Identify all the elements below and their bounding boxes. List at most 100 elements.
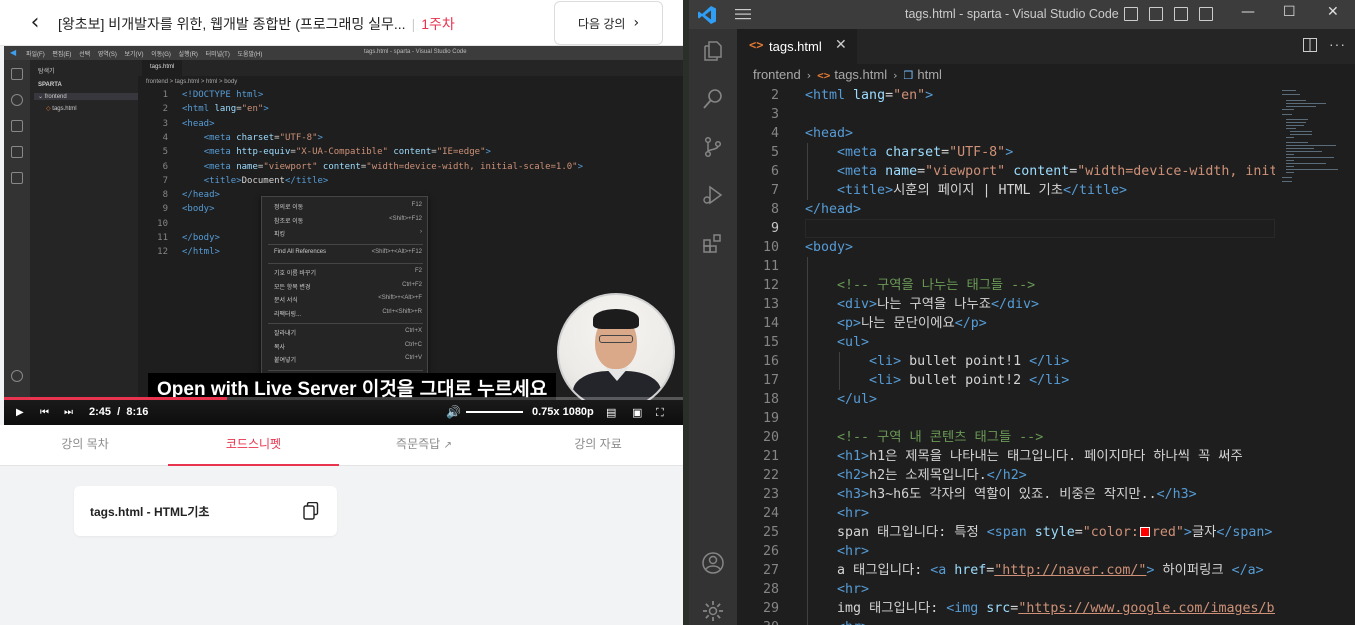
code-line: 17 <li> bullet point!2 </li> (737, 371, 1275, 390)
maximize-icon[interactable]: ☐ (1283, 4, 1296, 20)
line-number: 18 (762, 392, 779, 407)
source-control-icon[interactable] (701, 135, 725, 159)
breadcrumb-file[interactable]: tags.html (834, 67, 887, 82)
previous-icon[interactable]: ⏮ (40, 406, 49, 419)
captions-icon[interactable]: ▤ (606, 406, 616, 419)
next-icon[interactable]: ⏭ (64, 406, 73, 419)
context-menu-shortcut: Ctrl+V (405, 355, 422, 361)
next-lecture-button[interactable]: 다음 강의 › (554, 1, 663, 45)
line-number: 16 (762, 354, 779, 369)
volume-icon[interactable]: 🔊 (446, 406, 461, 419)
context-menu-divider (268, 243, 423, 245)
tab-code-snippet[interactable]: 코드스니펫 (168, 425, 339, 466)
code-line: 8 </head> (737, 200, 1275, 219)
inner-vscode-titlebar: ◀ 파일(F) 편집(E) 선택 영역(S) 보기(V) 이동(G) 실행(R)… (4, 46, 683, 60)
presenter-hair (593, 309, 639, 329)
search-icon[interactable] (701, 87, 725, 111)
tab-close-icon[interactable]: ✕ (835, 37, 847, 53)
context-menu-shortcut: Ctrl+C (404, 341, 422, 348)
code-token: > (317, 132, 323, 143)
video-player[interactable]: ◀ 파일(F) 편집(E) 선택 영역(S) 보기(V) 이동(G) 실행(R)… (4, 46, 683, 425)
context-menu-label: 복사 (274, 344, 286, 351)
back-button[interactable]: ‹ (22, 10, 48, 36)
fullscreen-icon[interactable]: ⛶ (656, 406, 664, 419)
more-actions-icon[interactable]: ··· (1329, 36, 1346, 52)
code-token: </p> (954, 316, 987, 331)
current-time: 2:45 (89, 406, 112, 418)
context-menu-label: Find All References (274, 248, 327, 255)
snippet-card[interactable]: tags.html - HTML기초 (74, 486, 337, 536)
tab-lecture-index[interactable]: 강의 목차 (0, 425, 170, 466)
volume-slider[interactable] (466, 411, 523, 413)
code-token: <meta (203, 161, 237, 172)
code-token: </li> (1029, 354, 1070, 369)
minimap[interactable] (1282, 86, 1340, 625)
code-token: "IE=edge" (436, 147, 486, 158)
file-label: tags.html (52, 106, 77, 112)
breadcrumb-symbol[interactable]: html (917, 67, 942, 82)
toggle-panel-icon[interactable] (1149, 7, 1163, 21)
play-icon[interactable]: ▶ (16, 406, 24, 419)
menu-icon[interactable] (735, 8, 751, 20)
code-content: </ul> (805, 390, 877, 409)
context-menu-item: Find All References <Shift>+<Alt>+F12 (274, 249, 424, 260)
extensions-icon[interactable] (701, 231, 725, 255)
code-token: name (885, 164, 918, 179)
tab-label: 즉문즉답 (396, 437, 441, 451)
settings-gear-icon[interactable] (701, 599, 725, 623)
line-number: 4 (162, 132, 168, 143)
time-display: 2:45 / 8:16 (89, 406, 148, 418)
code-token: <span (986, 525, 1035, 540)
copy-icon[interactable] (303, 502, 319, 520)
editor-scrollbar[interactable] (1341, 86, 1355, 625)
lecture-week: 1주차 (421, 16, 455, 32)
line-number: 7 (770, 183, 779, 198)
line-number: 12 (157, 247, 168, 258)
code-token: </html> (182, 247, 220, 258)
code-content: img 태그입니다: <img src="https://www.google.… (805, 599, 1275, 618)
line-number: 11 (157, 233, 168, 243)
toggle-secondary-sidebar-icon[interactable] (1174, 7, 1188, 21)
tab-tags-html[interactable]: <> tags.html ✕ (737, 29, 857, 64)
run-debug-icon[interactable] (701, 183, 725, 207)
color-swatch-icon[interactable] (1139, 527, 1150, 537)
tab-qna[interactable]: 즉문즉답 ↗ (339, 425, 509, 466)
code-token: img 태그입니다: (805, 601, 947, 616)
inner-code-line: 5 <meta http-equiv="X-UA-Compatible" con… (138, 147, 491, 161)
line-number: 14 (762, 316, 779, 331)
line-number: 10 (762, 240, 779, 255)
pip-icon[interactable]: ▣ (632, 406, 642, 419)
code-token: <div> (837, 297, 878, 312)
breadcrumb-folder[interactable]: frontend (753, 67, 801, 82)
window-title: tags.html - sparta - Visual Studio Code (905, 7, 1119, 21)
tab-materials[interactable]: 강의 자료 (513, 425, 683, 466)
customize-layout-icon[interactable] (1199, 7, 1213, 21)
extensions-icon (11, 172, 23, 184)
toggle-sidebar-icon[interactable] (1124, 7, 1138, 21)
context-menu-shortcut: <Shift>+<Alt>+F12 (371, 248, 422, 255)
code-editor[interactable]: 2 <html lang="en"> 3 4 <head> 5 <meta charset… (737, 86, 1275, 625)
lecture-title: [왕초보] 비개발자를 위한, 웹개발 종합반 (프로그래밍 실무... | 1주차 (58, 14, 455, 34)
activity-bar (689, 29, 737, 625)
project-name: SPARTA (38, 82, 62, 88)
explorer-icon[interactable] (701, 39, 725, 63)
code-line: 5 <meta charset="UTF-8"> (737, 143, 1275, 162)
code-token: <h3> (837, 487, 870, 502)
speed-quality[interactable]: 0.75x 1080p (532, 406, 594, 419)
inner-code-line: 2 <html lang="en"> (138, 104, 269, 118)
context-menu-label: 붙여넣기 (274, 358, 297, 364)
close-icon[interactable]: ✕ (1327, 4, 1339, 20)
code-token: style (1034, 525, 1075, 540)
account-icon[interactable] (701, 551, 725, 575)
split-editor-icon[interactable] (1303, 38, 1317, 52)
context-menu-shortcut: Ctrl+<Shift>+R (382, 308, 422, 315)
minimize-icon[interactable]: — (1241, 4, 1255, 20)
context-menu-label: 리팩터링... (274, 311, 302, 318)
code-content: <hr> (805, 542, 869, 561)
